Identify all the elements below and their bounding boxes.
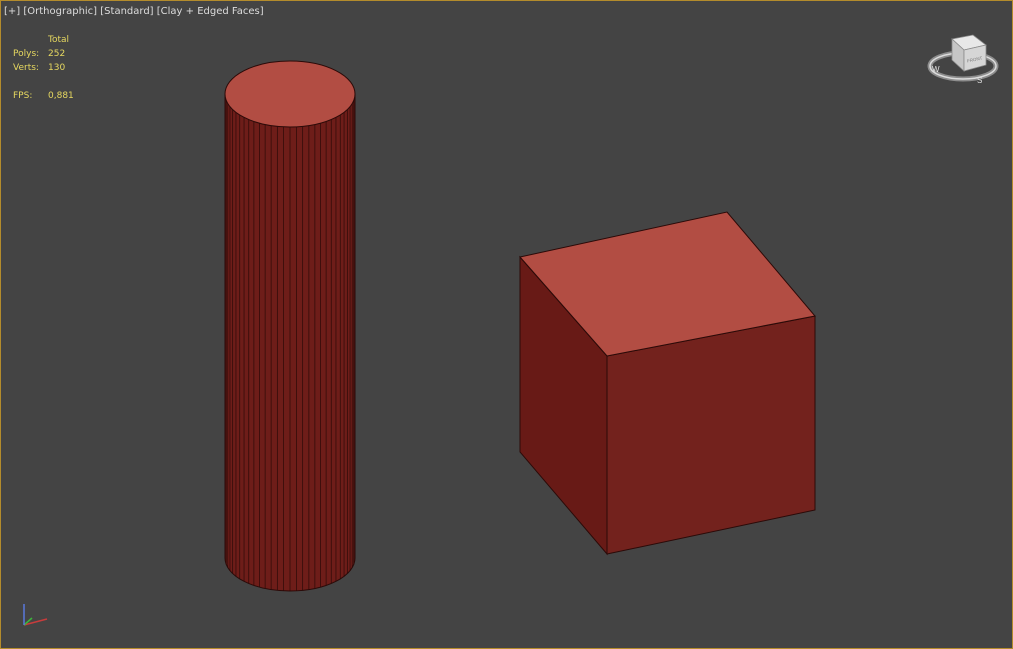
viewcube[interactable]: FRONT W S [927, 34, 999, 85]
box-object[interactable] [519, 211, 816, 556]
compass-west-label: W [932, 65, 940, 74]
scene-canvas[interactable]: FRONT W S [1, 1, 1012, 648]
perspective-viewport[interactable]: [+] [Orthographic] [Standard] [Clay + Ed… [0, 0, 1013, 649]
box-front-face [606, 315, 816, 555]
cylinder-top-cap [224, 60, 356, 128]
cylinder-object[interactable] [224, 60, 356, 592]
axis-tripod [23, 604, 48, 626]
compass-south-label: S [977, 76, 982, 85]
